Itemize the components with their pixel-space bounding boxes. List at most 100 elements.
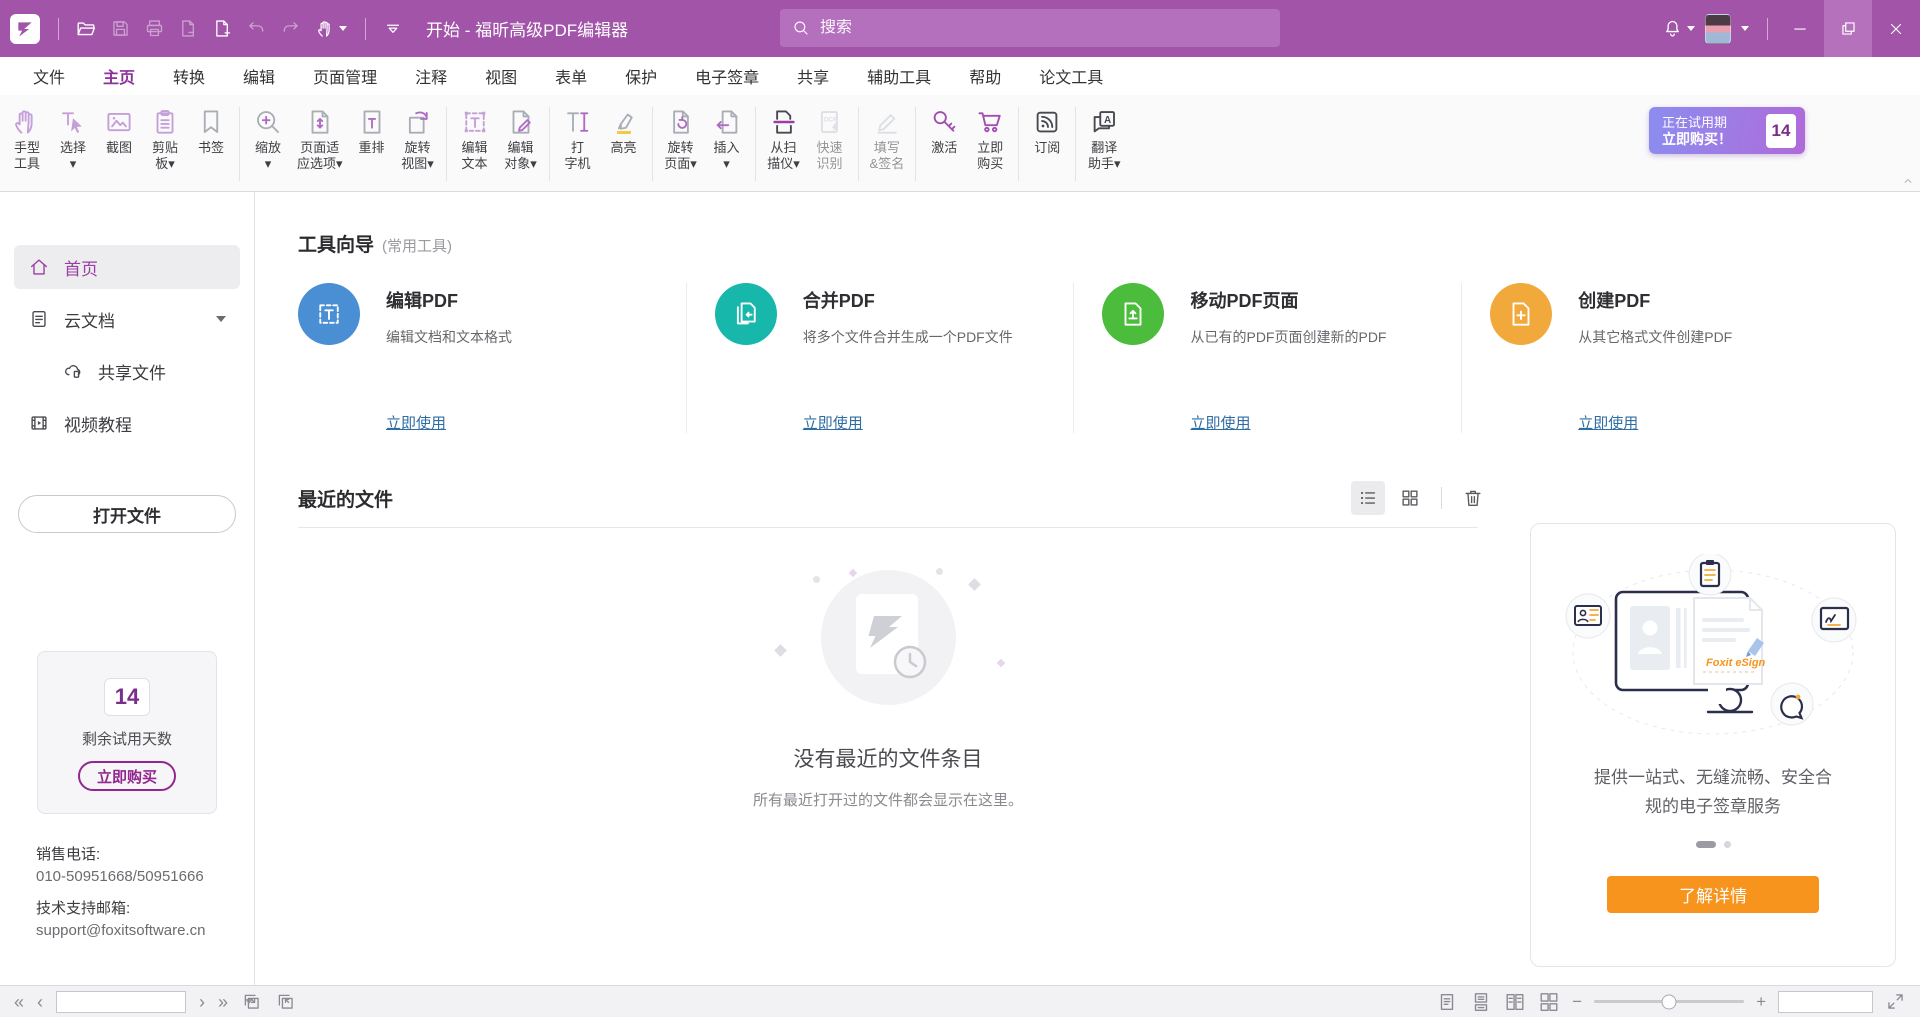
from-scanner-button[interactable]: 从扫描仪▾ <box>761 99 807 189</box>
carousel-dot[interactable] <box>1724 841 1731 848</box>
previous-page-button[interactable]: ‹ <box>37 993 43 1011</box>
quick-ocr-button[interactable]: OCR 快速识别 <box>807 99 853 189</box>
delete-pages-button[interactable] <box>173 12 203 46</box>
redo-button[interactable] <box>275 12 305 46</box>
zoom-out-button[interactable]: − <box>1572 992 1582 1012</box>
last-page-button[interactable]: » <box>218 993 228 1011</box>
select-tool-button[interactable]: 选择▾ <box>50 99 96 189</box>
subscribe-button[interactable]: 订阅 <box>1024 99 1070 189</box>
menu-paper-tools[interactable]: 论文工具 <box>1020 56 1122 96</box>
facing-view-button[interactable] <box>1504 991 1526 1013</box>
next-page-button[interactable]: › <box>199 993 205 1011</box>
print-button[interactable] <box>139 12 169 46</box>
trial-banner[interactable]: 正在试用期 立即购买！ 14 <box>1649 107 1805 154</box>
new-document-button[interactable] <box>207 12 237 46</box>
search-input[interactable] <box>820 19 1268 37</box>
menu-edit[interactable]: 编辑 <box>224 56 294 96</box>
menu-esign[interactable]: 电子签章 <box>676 56 778 96</box>
menu-comment[interactable]: 注释 <box>396 56 466 96</box>
translate-assistant-button[interactable]: A 翻译助手▾ <box>1081 99 1127 189</box>
single-page-view-button[interactable] <box>1436 991 1458 1013</box>
zoom-slider-thumb[interactable] <box>1662 994 1677 1009</box>
support-email-address[interactable]: support@foxitsoftware.cn <box>36 920 254 942</box>
menu-form[interactable]: 表单 <box>536 56 606 96</box>
undo-button[interactable] <box>241 12 271 46</box>
buy-now-sidebar-button[interactable]: 立即购买 <box>78 761 176 791</box>
zoom-slider[interactable] <box>1594 1000 1744 1003</box>
menu-convert[interactable]: 转换 <box>154 56 224 96</box>
highlight-button[interactable]: 高亮 <box>601 99 647 189</box>
facing-continuous-view-button[interactable] <box>1538 991 1560 1013</box>
tools-section-subtitle: (常用工具) <box>382 235 452 256</box>
sidebar: 首页 云文档 共享文件 视频教程 打开文件 14 剩余试用天数 立即购买 销售电… <box>0 192 255 985</box>
rotate-view-button[interactable]: 旋转视图▾ <box>395 99 441 189</box>
snapshot-button[interactable]: 截图 <box>96 99 142 189</box>
use-now-link[interactable]: 立即使用 <box>386 412 446 433</box>
zoom-in-button[interactable]: + <box>1756 992 1766 1012</box>
zoom-button[interactable]: 缩放▾ <box>245 99 291 189</box>
first-page-button[interactable]: « <box>14 993 24 1011</box>
menu-help[interactable]: 帮助 <box>950 56 1020 96</box>
activate-button[interactable]: 激活 <box>921 99 967 189</box>
menu-protect[interactable]: 保护 <box>606 56 676 96</box>
sidebar-item-cloud-docs[interactable]: 云文档 <box>14 297 240 341</box>
page-fit-options-button[interactable]: 页面适应选项▾ <box>291 99 349 189</box>
search-box[interactable] <box>780 9 1280 47</box>
collapse-ribbon-button[interactable] <box>378 12 408 46</box>
ribbon-scroll-up-icon[interactable] <box>1902 175 1914 187</box>
menu-home[interactable]: 主页 <box>84 56 154 96</box>
sidebar-item-shared-files[interactable]: 共享文件 <box>14 349 240 393</box>
chevron-down-icon[interactable] <box>216 316 226 322</box>
menu-share[interactable]: 共享 <box>778 56 848 96</box>
card-move-pdf-pages[interactable]: 移动PDF页面 从已有的PDF页面创建新的PDF 立即使用 <box>1073 283 1461 433</box>
decoration-diamond <box>774 644 787 657</box>
rotate-pages-button[interactable]: 旋转页面▾ <box>658 99 704 189</box>
use-now-link[interactable]: 立即使用 <box>1190 412 1250 433</box>
minimize-button[interactable] <box>1776 0 1824 57</box>
decoration-diamond <box>968 578 981 591</box>
edit-text-button[interactable]: 编辑文本 <box>452 99 498 189</box>
clipboard-button[interactable]: 剪贴板▾ <box>142 99 188 189</box>
hand-tool-button[interactable]: 手型工具 <box>4 99 50 189</box>
learn-more-button[interactable]: 了解详情 <box>1607 876 1819 913</box>
hand-tool-quick-button[interactable] <box>309 12 353 46</box>
menu-file[interactable]: 文件 <box>14 56 84 96</box>
menu-page-management[interactable]: 页面管理 <box>294 56 396 96</box>
clear-recent-button[interactable] <box>1456 481 1490 515</box>
card-create-pdf[interactable]: 创建PDF 从其它格式文件创建PDF 立即使用 <box>1461 283 1880 433</box>
chevron-down-icon[interactable] <box>1687 26 1695 31</box>
close-button[interactable] <box>1872 0 1920 57</box>
use-now-link[interactable]: 立即使用 <box>1578 412 1638 433</box>
fullscreen-button[interactable] <box>1885 991 1906 1012</box>
open-file-sidebar-button[interactable]: 打开文件 <box>18 495 236 533</box>
open-file-button[interactable] <box>71 12 101 46</box>
restore-button[interactable] <box>1824 0 1872 57</box>
chevron-down-icon[interactable] <box>1741 26 1749 31</box>
save-button[interactable] <box>105 12 135 46</box>
card-edit-pdf[interactable]: 编辑PDF 编辑文档和文本格式 立即使用 <box>298 283 686 433</box>
bookmark-button[interactable]: 书签 <box>188 99 234 189</box>
grid-view-button[interactable] <box>1393 481 1427 515</box>
avatar[interactable] <box>1705 14 1731 44</box>
card-merge-pdf[interactable]: 合并PDF 将多个文件合并生成一个PDF文件 立即使用 <box>686 283 1074 433</box>
previous-view-button[interactable] <box>241 991 262 1012</box>
sidebar-item-home[interactable]: 首页 <box>14 245 240 289</box>
page-number-combo[interactable] <box>56 991 186 1013</box>
list-view-button[interactable] <box>1351 481 1385 515</box>
menu-view[interactable]: 视图 <box>466 56 536 96</box>
typewriter-button[interactable]: 打字机 <box>555 99 601 189</box>
notifications-button[interactable] <box>1657 12 1687 46</box>
page-number-input[interactable] <box>57 992 245 1012</box>
fill-sign-button[interactable]: 填写&签名 <box>864 99 911 189</box>
menu-accessibility[interactable]: 辅助工具 <box>848 56 950 96</box>
carousel-dot-active[interactable] <box>1696 841 1716 848</box>
edit-object-button[interactable]: 编辑对象▾ <box>498 99 544 189</box>
next-view-button[interactable] <box>275 991 296 1012</box>
continuous-view-button[interactable] <box>1470 991 1492 1013</box>
buy-now-button[interactable]: 立即购买 <box>967 99 1013 189</box>
insert-pages-button[interactable]: 插入▾ <box>704 99 750 189</box>
sidebar-item-video-tutorials[interactable]: 视频教程 <box>14 401 240 445</box>
zoom-level-combo[interactable] <box>1778 991 1873 1013</box>
use-now-link[interactable]: 立即使用 <box>803 412 863 433</box>
reflow-button[interactable]: 重排 <box>349 99 395 189</box>
